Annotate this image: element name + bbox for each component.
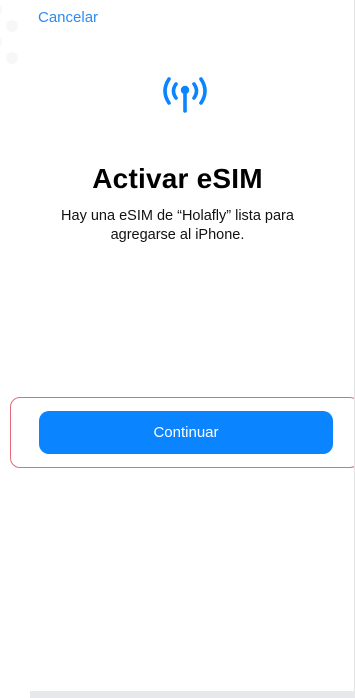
cancel-button[interactable]: Cancelar <box>38 9 98 26</box>
page-subtitle: Hay una eSIM de “Holafly” lista para agr… <box>61 208 294 243</box>
esim-activation-screen: Cancelar Activar eSIM Hay una eSIM de “H… <box>0 0 355 698</box>
page-title: Activar eSIM <box>92 163 263 194</box>
continue-button[interactable]: Continuar <box>39 411 333 454</box>
bottom-bar <box>30 691 355 698</box>
antenna-signal-icon <box>163 77 207 113</box>
background-pattern <box>0 5 18 64</box>
